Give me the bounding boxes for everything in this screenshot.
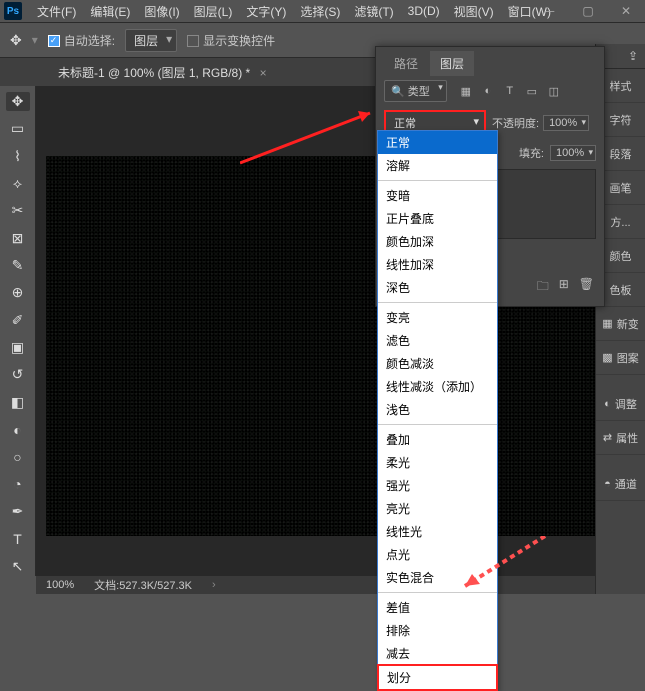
brush-tool[interactable]: ✐ (6, 311, 30, 330)
dock-adjustments[interactable]: ◐调整 (596, 387, 645, 421)
blend-lightercolor[interactable]: 浅色 (378, 398, 497, 421)
blend-vividlight[interactable]: 亮光 (378, 497, 497, 520)
dodge-tool[interactable]: ◔ (6, 475, 30, 494)
dock-channels[interactable]: ◓通道 (596, 467, 645, 501)
delete-layer-icon[interactable]: 🗑 (579, 277, 594, 298)
blend-hardmix[interactable]: 实色混合 (378, 566, 497, 589)
blend-lighten[interactable]: 变亮 (378, 306, 497, 329)
blend-exclusion[interactable]: 排除 (378, 619, 497, 642)
zoom-level[interactable]: 100% (46, 579, 74, 591)
opacity-input[interactable]: 100% (543, 115, 589, 131)
filter-text-icon[interactable]: T (503, 84, 517, 98)
new-layer-icon[interactable]: ⊞ (559, 277, 569, 298)
opacity-label: 不透明度: (492, 115, 539, 131)
menu-file[interactable]: 文件(F) (30, 3, 83, 20)
dock-gradients[interactable]: ▦新变 (596, 307, 645, 341)
blur-tool[interactable]: ○ (6, 447, 30, 466)
text-tool[interactable]: T (6, 529, 30, 548)
stamp-tool[interactable]: ▣ (6, 338, 30, 357)
share-icon[interactable]: ⇪ (625, 48, 641, 64)
lasso-tool[interactable]: ⌇ (6, 147, 30, 166)
blend-linearburn[interactable]: 线性加深 (378, 253, 497, 276)
document-tab[interactable]: 未标题-1 @ 100% (图层 1, RGB/8) * × (50, 64, 275, 81)
filter-smart-icon[interactable]: ◫ (547, 84, 561, 98)
quick-select-tool[interactable]: ⟡ (6, 174, 30, 193)
move-tool-icon: ✥ (10, 32, 22, 49)
app-logo: Ps (4, 2, 22, 20)
menu-select[interactable]: 选择(S) (293, 3, 347, 20)
blend-dissolve[interactable]: 溶解 (378, 154, 497, 177)
tab-layers[interactable]: 图层 (430, 51, 474, 76)
filter-adjust-icon[interactable]: ◐ (481, 84, 495, 98)
eyedropper-tool[interactable]: ✎ (6, 256, 30, 275)
history-brush-tool[interactable]: ↺ (6, 365, 30, 384)
blend-screen[interactable]: 滤色 (378, 329, 497, 352)
fill-label: 填充: (519, 145, 544, 161)
blend-lineardodge[interactable]: 线性减淡（添加） (378, 375, 497, 398)
menu-type[interactable]: 文字(Y) (239, 3, 293, 20)
show-transform-label: 显示变换控件 (203, 34, 275, 48)
auto-select-checkbox[interactable] (48, 35, 60, 47)
show-transform-checkbox[interactable] (187, 35, 199, 47)
menu-filter[interactable]: 滤镜(T) (347, 3, 400, 20)
new-folder-icon[interactable]: 🗀 (537, 277, 549, 298)
blend-darkercolor[interactable]: 深色 (378, 276, 497, 299)
close-button[interactable]: ✕ (607, 0, 645, 22)
window-controls: ─ ▢ ✕ (531, 0, 645, 22)
minimize-button[interactable]: ─ (531, 0, 569, 22)
status-arrow-icon[interactable]: › (212, 579, 216, 591)
menu-layer[interactable]: 图层(L) (187, 3, 240, 20)
document-tab-title: 未标题-1 @ 100% (图层 1, RGB/8) * (58, 66, 250, 80)
blend-overlay[interactable]: 叠加 (378, 428, 497, 451)
status-bar: 100% 文档:527.3K/527.3K › (36, 576, 645, 594)
blend-multiply[interactable]: 正片叠底 (378, 207, 497, 230)
auto-select-label: 自动选择: (64, 34, 115, 48)
file-size: 文档:527.3K/527.3K (94, 577, 192, 593)
blend-pinlight[interactable]: 点光 (378, 543, 497, 566)
dock-properties[interactable]: ⇄属性 (596, 421, 645, 455)
tab-paths[interactable]: 路径 (384, 51, 428, 76)
gradient-tool[interactable]: ◐ (6, 420, 30, 439)
menubar: Ps 文件(F) 编辑(E) 图像(I) 图层(L) 文字(Y) 选择(S) 滤… (0, 0, 645, 22)
filter-pixel-icon[interactable]: ▦ (459, 84, 473, 98)
fill-input[interactable]: 100% (550, 145, 596, 161)
pen-tool[interactable]: ✒ (6, 502, 30, 521)
dock-patterns[interactable]: ▩图案 (596, 341, 645, 375)
path-select-tool[interactable]: ↖ (6, 557, 30, 576)
blend-hardlight[interactable]: 强光 (378, 474, 497, 497)
crop-tool[interactable]: ✂ (6, 201, 30, 220)
blend-divide[interactable]: 划分 (377, 664, 498, 691)
layer-filter-type[interactable]: 🔍 类型 (384, 80, 447, 102)
blend-linearlight[interactable]: 线性光 (378, 520, 497, 543)
marquee-tool[interactable]: ▭ (6, 119, 30, 138)
blend-mode-dropdown: 正常 溶解 变暗 正片叠底 颜色加深 线性加深 深色 变亮 滤色 颜色减淡 线性… (377, 130, 498, 691)
blend-colordodge[interactable]: 颜色减淡 (378, 352, 497, 375)
blend-normal[interactable]: 正常 (378, 131, 497, 154)
healing-tool[interactable]: ⊕ (6, 283, 30, 302)
blend-softlight[interactable]: 柔光 (378, 451, 497, 474)
frame-tool[interactable]: ⊠ (6, 229, 30, 248)
move-tool[interactable]: ✥ (6, 92, 30, 111)
filter-type-icons: ▦ ◐ T ▭ ◫ (459, 84, 561, 98)
blend-subtract[interactable]: 减去 (378, 642, 497, 665)
tools-panel: ✥ ▭ ⌇ ⟡ ✂ ⊠ ✎ ⊕ ✐ ▣ ↺ ◧ ◐ ○ ◔ ✒ T ↖ (0, 86, 36, 576)
blend-difference[interactable]: 差值 (378, 596, 497, 619)
blend-darken[interactable]: 变暗 (378, 184, 497, 207)
eraser-tool[interactable]: ◧ (6, 393, 30, 412)
auto-select-target[interactable]: 图层 (125, 29, 177, 52)
menu-edit[interactable]: 编辑(E) (83, 3, 137, 20)
tab-close-icon[interactable]: × (260, 66, 267, 80)
menu-image[interactable]: 图像(I) (137, 3, 186, 20)
filter-shape-icon[interactable]: ▭ (525, 84, 539, 98)
menu-view[interactable]: 视图(V) (447, 3, 501, 20)
menu-3d[interactable]: 3D(D) (401, 4, 447, 18)
blend-colorburn[interactable]: 颜色加深 (378, 230, 497, 253)
maximize-button[interactable]: ▢ (569, 0, 607, 22)
